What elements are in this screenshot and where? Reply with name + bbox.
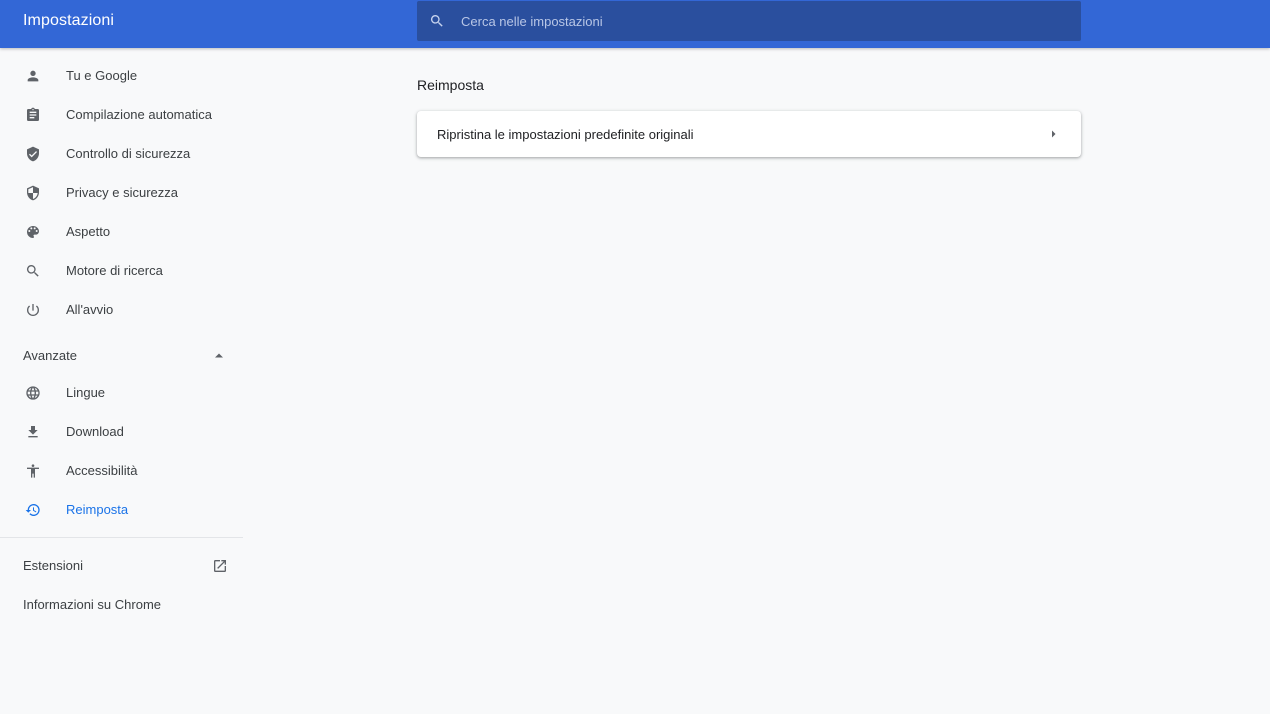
shield-check-icon [24,145,42,163]
sidebar-item-label: Controllo di sicurezza [66,146,191,161]
sidebar-item-autofill[interactable]: Compilazione automatica [0,95,244,134]
search-input[interactable] [459,12,1043,30]
reset-settings-row[interactable]: Ripristina le impostazioni predefinite o… [417,111,1081,157]
advanced-section-toggle[interactable]: Avanzate [0,337,244,373]
top-bar: Impostazioni [0,0,1270,48]
sidebar-divider [0,537,243,538]
sidebar-item-label: Compilazione automatica [66,107,212,122]
shield-icon [24,184,42,202]
sidebar-item-languages[interactable]: Lingue [0,373,244,412]
app-title: Impostazioni [23,12,115,29]
main-content: Reimposta Ripristina le impostazioni pre… [417,66,1081,157]
sidebar-item-appearance[interactable]: Aspetto [0,212,244,251]
reset-settings-label: Ripristina le impostazioni predefinite o… [437,126,694,142]
sidebar-item-safety-check[interactable]: Controllo di sicurezza [0,134,244,173]
download-icon [24,423,42,441]
sidebar-item-reset[interactable]: Reimposta [0,490,244,529]
sidebar: Tu e Google Compilazione automatica Cont… [0,56,244,624]
sidebar-item-extensions[interactable]: Estensioni [0,546,244,585]
search-icon [24,262,42,280]
power-icon [24,301,42,319]
sidebar-item-label: All'avvio [66,302,114,317]
sidebar-item-privacy[interactable]: Privacy e sicurezza [0,173,244,212]
person-icon [24,67,42,85]
sidebar-item-you-and-google[interactable]: Tu e Google [0,56,244,95]
accessibility-icon [24,462,42,480]
sidebar-item-label: Aspetto [66,224,111,239]
sidebar-item-label: Accessibilità [66,463,138,478]
sidebar-item-label: Reimposta [66,502,129,517]
arrow-right-icon [1051,129,1057,139]
sidebar-item-label: Lingue [66,385,106,400]
sidebar-item-search-engine[interactable]: Motore di ricerca [0,251,244,290]
globe-icon [24,384,42,402]
search-icon [429,13,445,29]
sidebar-item-label: Download [66,424,124,439]
open-in-new-icon [212,558,228,574]
sidebar-item-downloads[interactable]: Download [0,412,244,451]
sidebar-item-accessibility[interactable]: Accessibilità [0,451,244,490]
sidebar-item-label: Motore di ricerca [66,263,163,278]
sidebar-item-about-chrome[interactable]: Informazioni su Chrome [0,585,244,624]
advanced-section-label: Avanzate [23,347,77,363]
arrow-up-icon [214,352,224,358]
sidebar-item-label: Tu e Google [66,68,138,83]
restore-icon [24,501,42,519]
palette-icon [24,223,42,241]
sidebar-item-label: Informazioni su Chrome [23,597,161,612]
sidebar-item-on-startup[interactable]: All'avvio [0,290,244,329]
search-box[interactable] [417,1,1081,41]
sidebar-item-label: Estensioni [23,558,83,573]
clipboard-icon [24,106,42,124]
page-title: Reimposta [417,77,484,93]
sidebar-item-label: Privacy e sicurezza [66,185,178,200]
